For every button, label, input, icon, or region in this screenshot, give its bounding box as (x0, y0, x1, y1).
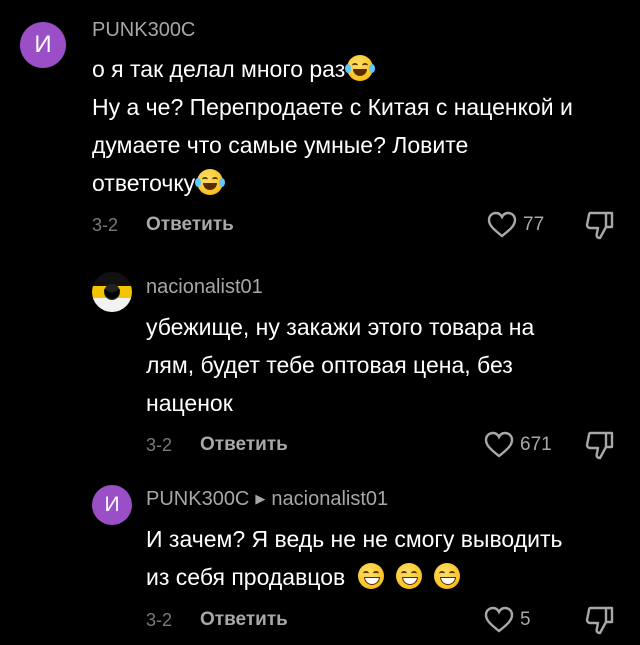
comment-line: И зачем? Я ведь не не смогу выводить (146, 526, 563, 552)
comment-text: о я так делал много раз Ну а че? Перепро… (92, 50, 573, 202)
reply-button[interactable]: Ответить (146, 214, 234, 236)
comment-author[interactable]: PUNK300C (92, 19, 195, 42)
timestamp: 3-2 (146, 434, 173, 455)
avatar[interactable] (92, 272, 132, 312)
comment-meta: 3-2 Ответить (92, 214, 234, 236)
like-count: 77 (523, 214, 545, 235)
grinning-emoji-icon (357, 563, 384, 589)
flag-avatar-icon (92, 272, 132, 312)
heart-icon (484, 606, 514, 633)
comment-line: о я так делал много раз (92, 56, 346, 82)
like-button[interactable]: 5 (484, 606, 531, 634)
comment-line: ответочку (92, 170, 196, 196)
reply-arrow-icon: ▶ (255, 491, 266, 506)
comment-line: из себя продавцов (146, 564, 346, 590)
comment-line: лям, будет тебе оптовая цена, без (146, 352, 513, 378)
reply-to-name[interactable]: nacionalist01 (271, 488, 388, 510)
like-button[interactable]: 77 (487, 211, 544, 239)
heart-icon (484, 431, 514, 458)
grinning-emoji-icon (396, 563, 422, 589)
laughing-emoji-icon (345, 55, 376, 81)
avatar-letter: И (104, 493, 120, 516)
comment-text: убежище, ну закажи этого товара на лям, … (146, 308, 534, 422)
comment-line: думаете что самые умные? Ловите (92, 132, 469, 158)
thumb-down-icon[interactable] (584, 209, 616, 241)
reply-button[interactable]: Ответить (200, 434, 288, 456)
thumb-down-icon[interactable] (584, 604, 616, 636)
comment-line: убежище, ну закажи этого товара на (146, 314, 535, 340)
comment-line: наценок (146, 390, 233, 416)
laughing-emoji-icon (195, 169, 226, 195)
timestamp: 3-2 (92, 214, 119, 235)
comment-author[interactable]: nacionalist01 (146, 276, 263, 299)
like-count: 671 (520, 434, 552, 455)
like-button[interactable]: 671 (484, 431, 552, 459)
reply-button[interactable]: Ответить (200, 609, 288, 631)
like-count: 5 (520, 609, 531, 630)
comment-meta: 3-2 Ответить (146, 609, 288, 631)
author-name[interactable]: PUNK300C (146, 488, 249, 510)
timestamp: 3-2 (146, 609, 173, 630)
grinning-emoji-icon (434, 563, 461, 589)
avatar[interactable]: И (20, 22, 66, 68)
heart-icon (487, 211, 517, 238)
comment-meta: 3-2 Ответить (146, 434, 288, 456)
comment-text: И зачем? Я ведь не не смогу выводить из … (146, 520, 563, 596)
avatar[interactable]: И (92, 485, 132, 525)
avatar-letter: И (34, 31, 52, 58)
comment-line: Ну а че? Перепродаете с Китая с наценкой… (92, 94, 573, 120)
thumb-down-icon[interactable] (584, 429, 616, 461)
comment-author: PUNK300C ▶ nacionalist01 (146, 488, 388, 511)
